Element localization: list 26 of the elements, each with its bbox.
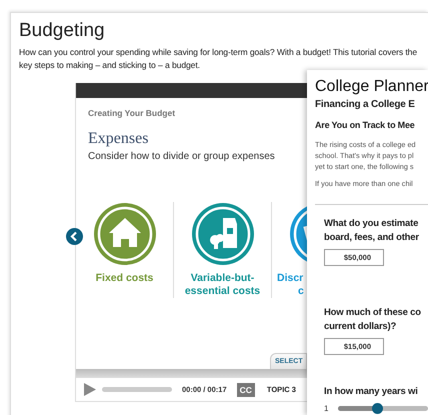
page-description: How can you control your spending while saving for long-term goals? With a budget! This tutorial covers the key steps to making – and sticking to – a budget. bbox=[19, 46, 418, 71]
progress-track[interactable] bbox=[102, 387, 172, 392]
question-text: current dollars)? bbox=[324, 320, 398, 334]
planner-heading: Are You on Track to Mee bbox=[315, 120, 416, 130]
cost-label: Discr bbox=[277, 272, 304, 285]
section-label: Creating Your Budget bbox=[88, 108, 176, 118]
captions-button[interactable]: CC bbox=[236, 382, 255, 396]
question-text: board, fees, and other bbox=[324, 231, 420, 245]
cost-label: c bbox=[298, 285, 304, 298]
groceries-icon bbox=[190, 202, 254, 266]
cost-label: essential costs bbox=[184, 285, 260, 298]
slider-min-label: 1 bbox=[324, 404, 328, 413]
planner-subtitle: Financing a College E bbox=[315, 99, 416, 110]
back-icon[interactable] bbox=[66, 228, 83, 245]
question-text: How much of these co bbox=[324, 306, 422, 320]
cost-label: Variable-but- bbox=[190, 272, 254, 285]
years-slider[interactable] bbox=[338, 406, 428, 411]
question-text: In how many years wi bbox=[324, 385, 419, 399]
house-icon bbox=[92, 202, 156, 266]
slide-subheading: Consider how to divide or group expenses bbox=[88, 151, 275, 162]
slide-heading: Expenses bbox=[88, 130, 148, 148]
page-title: Budgeting bbox=[19, 19, 106, 43]
question-text: What do you estimate bbox=[324, 217, 420, 231]
play-icon[interactable] bbox=[84, 383, 96, 396]
slider-thumb[interactable] bbox=[372, 403, 383, 414]
cost-label: Fixed costs bbox=[96, 272, 154, 285]
